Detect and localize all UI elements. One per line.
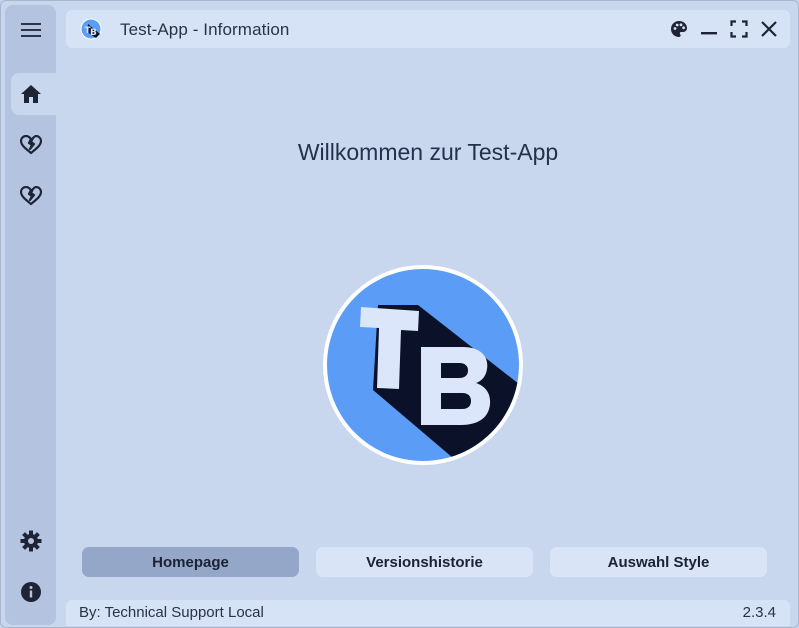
sidebar-item-settings[interactable] xyxy=(5,520,56,562)
sidebar-item-info[interactable] xyxy=(5,571,56,613)
sidebar-item-home[interactable] xyxy=(11,73,62,115)
info-icon xyxy=(20,582,41,602)
menu-button[interactable] xyxy=(5,9,56,51)
window-title: Test-App - Information xyxy=(120,20,290,39)
broken-heart-icon xyxy=(19,186,42,206)
sidebar-item-broken-heart-2[interactable] xyxy=(5,175,56,217)
menu-icon xyxy=(20,23,41,37)
title-bar: T B Test-App - Information xyxy=(66,10,790,48)
home-icon xyxy=(20,85,41,103)
gear-icon xyxy=(20,530,41,552)
author-label: By: Technical Support Local xyxy=(79,604,264,621)
minimize-button[interactable] xyxy=(697,17,721,41)
close-icon xyxy=(761,21,777,37)
svg-text:B: B xyxy=(90,28,97,38)
maximize-button[interactable] xyxy=(727,17,751,41)
status-bar: By: Technical Support Local 2.3.4 xyxy=(66,600,790,626)
version-label: 2.3.4 xyxy=(742,604,776,621)
close-button[interactable] xyxy=(757,17,781,41)
app-window: T B Test-App - Information Willkommen zu… xyxy=(0,0,799,628)
broken-heart-icon xyxy=(19,135,42,155)
logo-letter-b xyxy=(421,347,491,425)
auswahl-style-button[interactable]: Auswahl Style xyxy=(550,547,767,577)
welcome-heading: Willkommen zur Test-App xyxy=(297,139,559,165)
theme-button[interactable] xyxy=(667,17,691,41)
sidebar-item-broken-heart-1[interactable] xyxy=(5,124,56,166)
homepage-button[interactable]: Homepage xyxy=(82,547,299,577)
app-logo-icon: T B xyxy=(80,18,102,40)
palette-icon xyxy=(671,21,687,37)
fullscreen-icon xyxy=(730,20,748,38)
sidebar xyxy=(5,5,62,625)
minimize-icon xyxy=(701,32,717,35)
versionshistorie-button[interactable]: Versionshistorie xyxy=(316,547,533,577)
app-logo xyxy=(323,265,523,465)
